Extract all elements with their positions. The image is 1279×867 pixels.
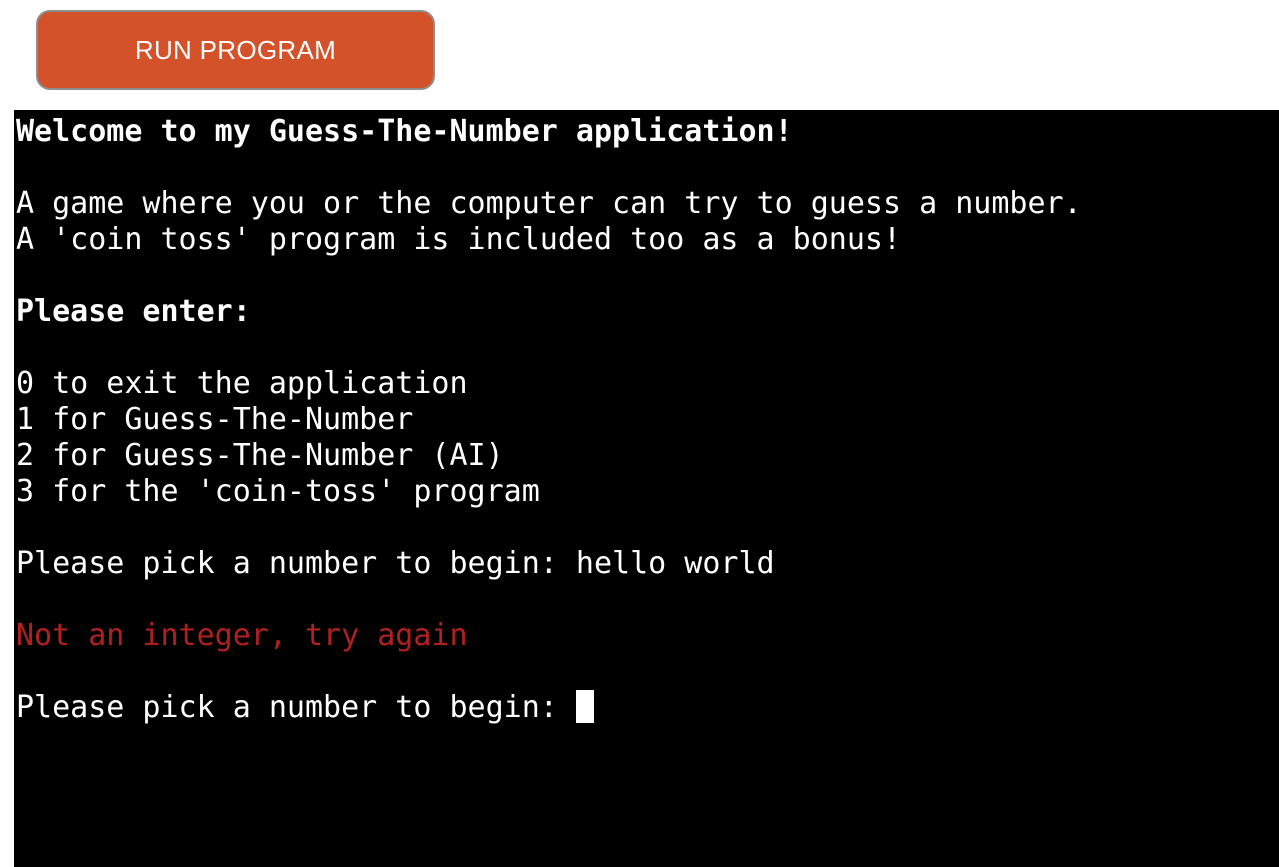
terminal-error-line: Not an integer, try again <box>16 618 468 653</box>
app-root: RUN PROGRAM Welcome to my Guess-The-Numb… <box>0 0 1279 867</box>
toolbar: RUN PROGRAM <box>0 0 1279 110</box>
run-program-button[interactable]: RUN PROGRAM <box>36 10 435 90</box>
terminal-output: Welcome to my Guess-The-Number applicati… <box>14 110 1279 726</box>
terminal-line: A game where you or the computer can try… <box>16 186 1082 221</box>
terminal-line: 3 for the 'coin-toss' program <box>16 474 540 509</box>
active-prompt-line[interactable]: Please pick a number to begin: <box>16 690 1279 726</box>
text-cursor <box>575 690 594 723</box>
terminal-line: Welcome to my Guess-The-Number applicati… <box>16 114 793 149</box>
terminal-console[interactable]: Welcome to my Guess-The-Number applicati… <box>14 110 1279 867</box>
terminal-line: Please pick a number to begin: hello wor… <box>16 546 775 581</box>
terminal-line: 0 to exit the application <box>16 366 468 401</box>
terminal-line: A 'coin toss' program is included too as… <box>16 222 902 257</box>
terminal-line: Please enter: <box>16 294 251 329</box>
prompt-label: Please pick a number to begin: <box>16 690 576 725</box>
terminal-line: 2 for Guess-The-Number (AI) <box>16 438 504 473</box>
terminal-line: 1 for Guess-The-Number <box>16 402 414 437</box>
